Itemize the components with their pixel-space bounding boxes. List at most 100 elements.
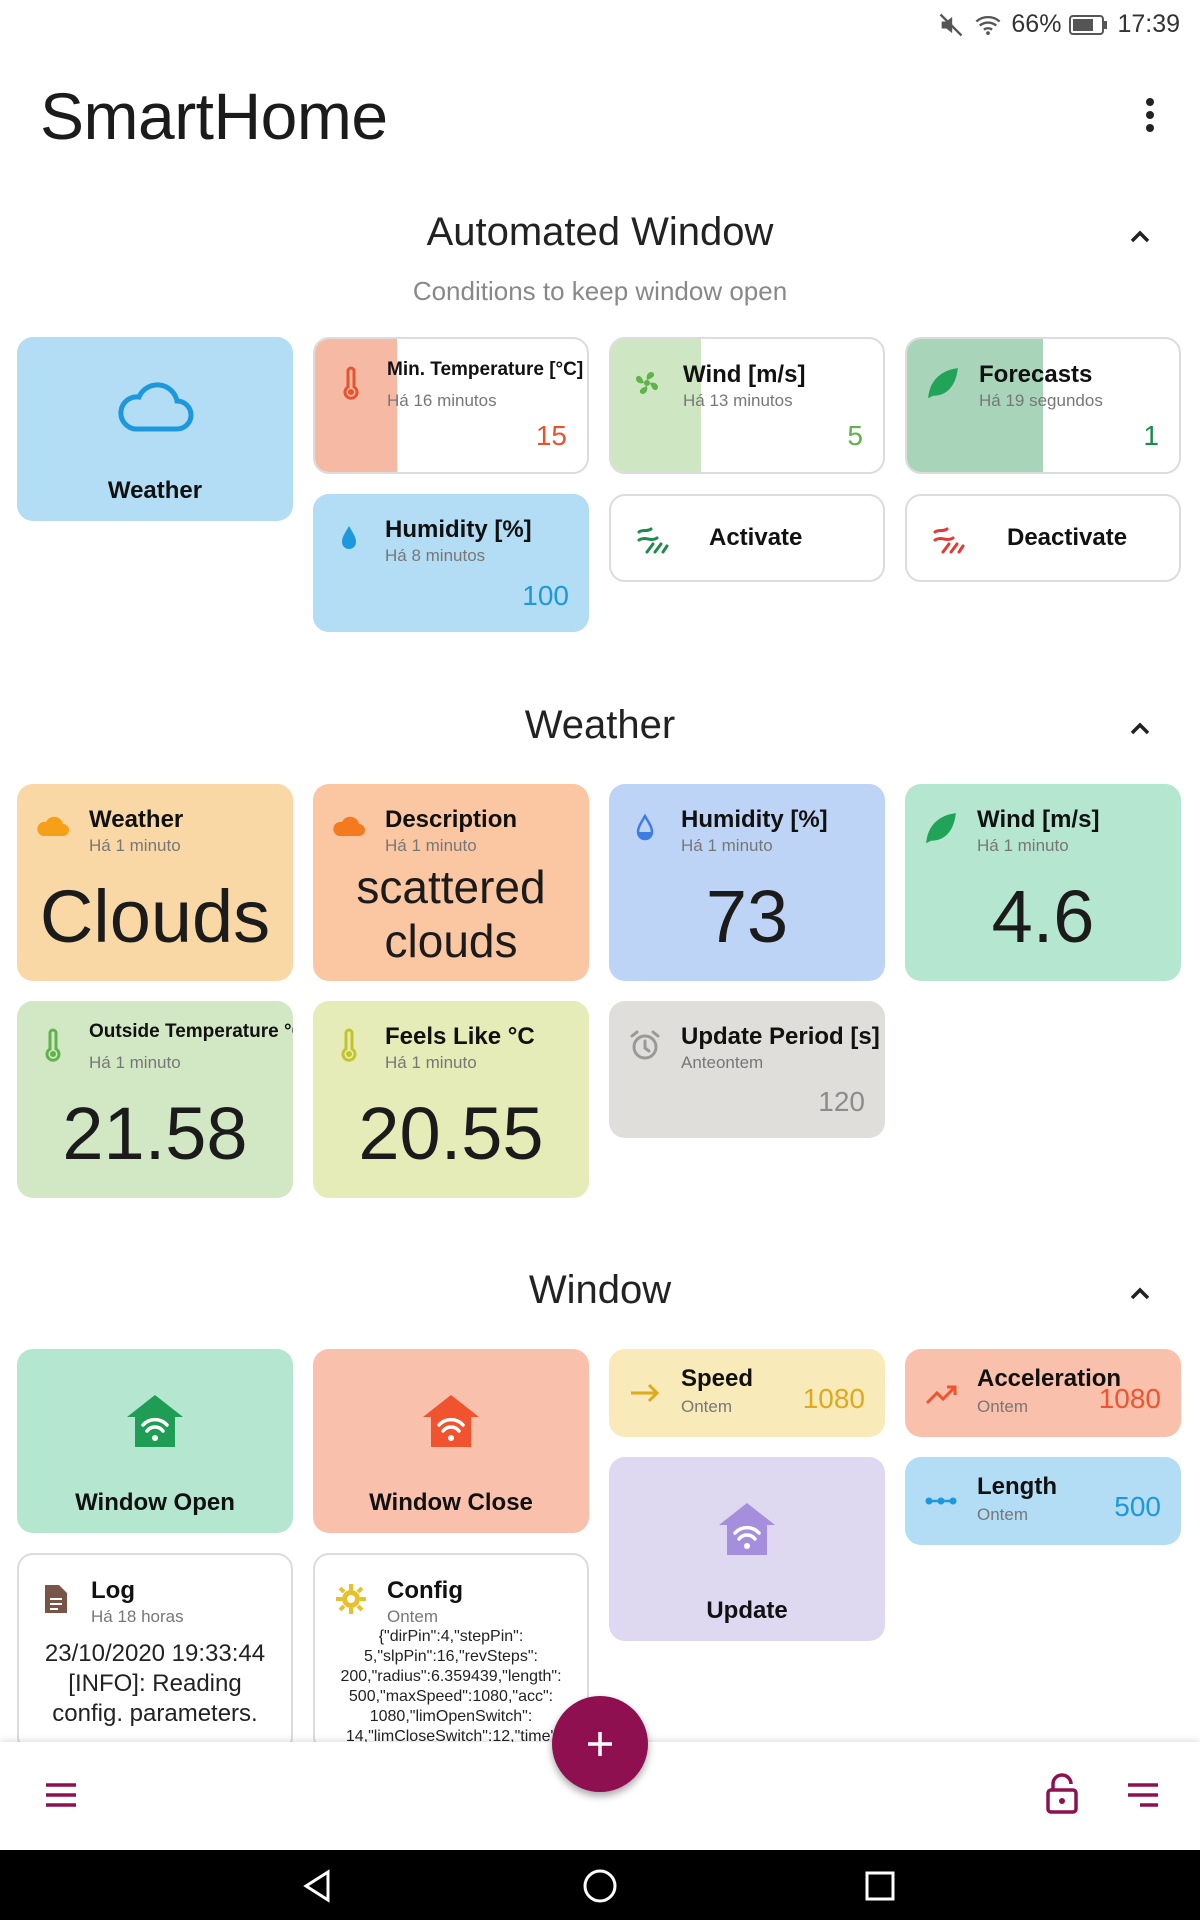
config-time: Ontem bbox=[387, 1607, 439, 1626]
cloud-icon bbox=[37, 816, 69, 836]
cloud-icon bbox=[118, 382, 194, 432]
menu-icon[interactable] bbox=[44, 1780, 78, 1810]
acceleration-value: 1080 bbox=[1098, 1383, 1161, 1414]
weather-condition-card[interactable]: Weather Há 1 minuto Clouds bbox=[17, 784, 293, 981]
weather-humidity-value: 73 bbox=[705, 875, 789, 958]
thermometer-icon bbox=[343, 366, 359, 400]
speed-card[interactable]: Speed Ontem 1080 bbox=[609, 1349, 885, 1437]
acceleration-card[interactable]: Acceleration Ontem 1080 bbox=[905, 1349, 1181, 1437]
add-button[interactable] bbox=[552, 1696, 648, 1792]
weather-description-title: Description bbox=[385, 806, 518, 833]
length-value: 500 bbox=[1114, 1491, 1161, 1522]
cloud-icon bbox=[333, 816, 365, 836]
min-temperature-card[interactable]: Min. Temperature [°C] Há 16 minutos 15 bbox=[313, 337, 589, 474]
thermometer-icon bbox=[341, 1028, 357, 1062]
section-title-weather: Weather bbox=[524, 703, 676, 747]
config-line-3: 200,"radius":6.359439,"length": bbox=[340, 1668, 562, 1685]
weather-description-line2: clouds bbox=[384, 915, 518, 967]
wind-threshold-time: Há 13 minutos bbox=[683, 391, 793, 410]
update-button[interactable]: Update bbox=[609, 1457, 885, 1641]
log-line-3: config. parameters. bbox=[52, 1700, 258, 1727]
wind-on-icon bbox=[637, 527, 669, 554]
config-title: Config bbox=[387, 1577, 463, 1604]
automated-weather-tile[interactable]: Weather bbox=[17, 337, 293, 521]
wind-threshold-card[interactable]: Wind [m/s] Há 13 minutos 5 bbox=[609, 337, 885, 474]
config-line-5: 1080,"limOpenSwitch": bbox=[369, 1708, 533, 1725]
activate-button[interactable]: Activate bbox=[609, 494, 885, 582]
wind-threshold-title: Wind [m/s] bbox=[683, 361, 806, 388]
log-line-2: [INFO]: Reading bbox=[68, 1670, 242, 1697]
length-card[interactable]: Length Ontem 500 bbox=[905, 1457, 1181, 1545]
weather-description-time: Há 1 minuto bbox=[385, 836, 477, 855]
speed-title: Speed bbox=[681, 1365, 754, 1392]
outside-temperature-card[interactable]: Outside Temperature °C Há 1 minuto 21.58 bbox=[17, 1001, 293, 1198]
humidity-threshold-title: Humidity [%] bbox=[385, 516, 532, 543]
deactivate-button[interactable]: Deactivate bbox=[905, 494, 1181, 582]
section-title-automated-window: Automated Window bbox=[426, 210, 774, 254]
window-open-button[interactable]: Window Open bbox=[17, 1349, 293, 1533]
alarm-icon bbox=[630, 1030, 660, 1060]
lock-icon[interactable] bbox=[1044, 1772, 1080, 1816]
humidity-threshold-card[interactable]: Humidity [%] Há 8 minutos 100 bbox=[313, 494, 589, 632]
clock: 17:39 bbox=[1117, 10, 1180, 38]
log-time: Há 18 horas bbox=[91, 1607, 184, 1626]
outside-temperature-time: Há 1 minuto bbox=[89, 1053, 181, 1072]
mute-icon bbox=[940, 13, 963, 36]
config-json: {"dirPin":4,"stepPin": 5,"slpPin":16,"re… bbox=[319, 1627, 583, 1747]
speed-value: 1080 bbox=[802, 1383, 865, 1414]
weather-description-card[interactable]: Description Há 1 minuto scattered clouds bbox=[313, 784, 589, 981]
speed-time: Ontem bbox=[681, 1397, 733, 1416]
weather-wind-time: Há 1 minuto bbox=[977, 836, 1069, 855]
config-card[interactable]: Config Ontem {"dirPin":4,"stepPin": 5,"s… bbox=[313, 1553, 589, 1753]
plus-icon bbox=[588, 1732, 612, 1756]
log-message: 23/10/2020 19:33:44 [INFO]: Reading conf… bbox=[19, 1639, 291, 1729]
forecasts-value: 1 bbox=[1143, 420, 1159, 451]
home-icon[interactable] bbox=[582, 1868, 618, 1904]
window-open-label: Window Open bbox=[75, 1489, 235, 1516]
weather-description-line1: scattered bbox=[356, 861, 546, 913]
humidity-threshold-value: 100 bbox=[522, 580, 569, 611]
fan-icon bbox=[636, 372, 658, 394]
forecasts-time: Há 19 segundos bbox=[979, 391, 1103, 410]
outside-temperature-value: 21.58 bbox=[62, 1092, 248, 1175]
chevron-up-icon[interactable] bbox=[1120, 216, 1160, 256]
weather-humidity-card[interactable]: Humidity [%] Há 1 minuto 73 bbox=[609, 784, 885, 981]
sort-icon[interactable] bbox=[1126, 1780, 1160, 1810]
wind-off-icon bbox=[933, 527, 965, 554]
config-line-2: 5,"slpPin":16,"revSteps": bbox=[364, 1648, 538, 1665]
update-period-title: Update Period [s] bbox=[681, 1023, 880, 1050]
update-period-value: 120 bbox=[818, 1086, 865, 1117]
feels-like-time: Há 1 minuto bbox=[385, 1053, 477, 1072]
deactivate-label: Deactivate bbox=[1007, 524, 1128, 551]
wind-threshold-value: 5 bbox=[847, 420, 863, 451]
min-temperature-title: Min. Temperature [°C] bbox=[387, 359, 584, 380]
forecasts-card[interactable]: Forecasts Há 19 segundos 1 bbox=[905, 337, 1181, 474]
activate-label: Activate bbox=[709, 524, 803, 551]
weather-condition-time: Há 1 minuto bbox=[89, 836, 181, 855]
section-subtitle-automated-window: Conditions to keep window open bbox=[412, 276, 788, 306]
wifi-icon bbox=[975, 15, 1001, 35]
status-bar: 66% 17:39 bbox=[0, 0, 1200, 50]
arrow-right-icon bbox=[631, 1383, 660, 1403]
window-close-button[interactable]: Window Close bbox=[313, 1349, 589, 1533]
update-period-time: Anteontem bbox=[681, 1053, 764, 1072]
dots-line-icon bbox=[925, 1497, 957, 1505]
home-wifi-icon bbox=[423, 1395, 479, 1447]
update-label: Update bbox=[706, 1597, 788, 1624]
feels-like-value: 20.55 bbox=[358, 1092, 544, 1175]
min-temperature-fill bbox=[315, 339, 397, 472]
min-temperature-value: 15 bbox=[535, 420, 567, 451]
feels-like-card[interactable]: Feels Like °C Há 1 minuto 20.55 bbox=[313, 1001, 589, 1198]
more-vert-icon[interactable] bbox=[1140, 95, 1160, 135]
chevron-up-icon[interactable] bbox=[1120, 708, 1160, 748]
chevron-up-icon[interactable] bbox=[1120, 1273, 1160, 1313]
update-period-card[interactable]: Update Period [s] Anteontem 120 bbox=[609, 1001, 885, 1138]
weather-wind-value: 4.6 bbox=[991, 875, 1095, 958]
back-icon[interactable] bbox=[300, 1868, 336, 1904]
length-time: Ontem bbox=[977, 1505, 1029, 1524]
recents-icon[interactable] bbox=[862, 1868, 898, 1904]
weather-humidity-title: Humidity [%] bbox=[681, 806, 828, 833]
log-card[interactable]: Log Há 18 horas 23/10/2020 19:33:44 [INF… bbox=[17, 1553, 293, 1753]
drop-icon bbox=[342, 526, 356, 549]
weather-wind-card[interactable]: Wind [m/s] Há 1 minuto 4.6 bbox=[905, 784, 1181, 981]
